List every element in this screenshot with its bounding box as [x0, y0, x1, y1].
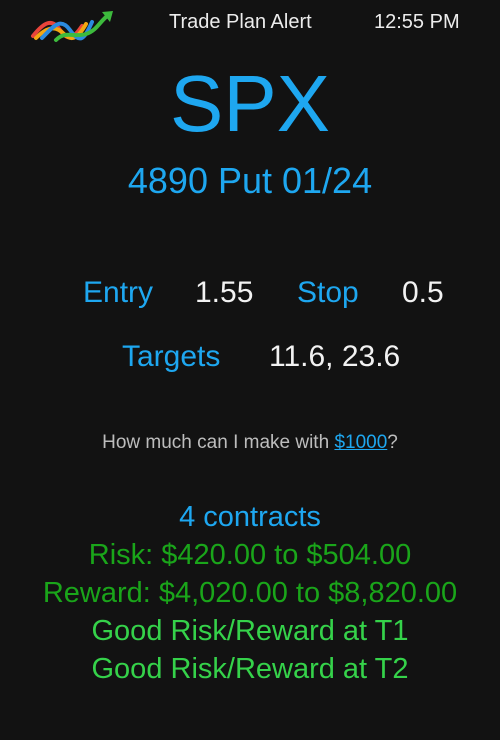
risk-range: Risk: $420.00 to $504.00: [88, 539, 412, 571]
calculation-results: 4 contracts Risk: $420.00 to $504.00 Rew…: [0, 498, 500, 688]
header-title: Trade Plan Alert: [169, 11, 312, 33]
entry-label: Entry: [83, 276, 154, 309]
stop-label: Stop: [297, 276, 359, 309]
risk-reward-t1: Good Risk/Reward at T1: [91, 615, 409, 647]
question-suffix: ?: [387, 432, 398, 453]
profit-calculator-question: How much can I make with $1000?: [0, 430, 500, 456]
entry-stop-row: Entry 1.55 Stop 0.5: [0, 272, 500, 314]
trend-logo-icon: [30, 8, 116, 44]
targets-label: Targets: [122, 340, 221, 373]
ticker-symbol: SPX: [169, 59, 331, 148]
reward-range: Reward: $4,020.00 to $8,820.00: [42, 577, 458, 609]
stop-value: 0.5: [402, 276, 444, 309]
option-contract: 4890 Put 01/24: [127, 160, 373, 201]
trade-plan-alert-screen: Trade Plan Alert 12:55 PM SPX 4890 Put 0…: [0, 0, 500, 740]
contracts-count: 4 contracts: [179, 501, 321, 533]
investment-amount-link[interactable]: $1000: [334, 432, 387, 453]
header-bar: Trade Plan Alert 12:55 PM: [0, 0, 500, 48]
header-time: 12:55 PM: [374, 11, 460, 33]
risk-reward-t2: Good Risk/Reward at T2: [91, 653, 409, 685]
targets-row: Targets 11.6, 23.6: [0, 336, 500, 378]
entry-value: 1.55: [195, 276, 254, 309]
question-prefix: How much can I make with: [102, 432, 335, 453]
targets-value: 11.6, 23.6: [269, 340, 401, 373]
